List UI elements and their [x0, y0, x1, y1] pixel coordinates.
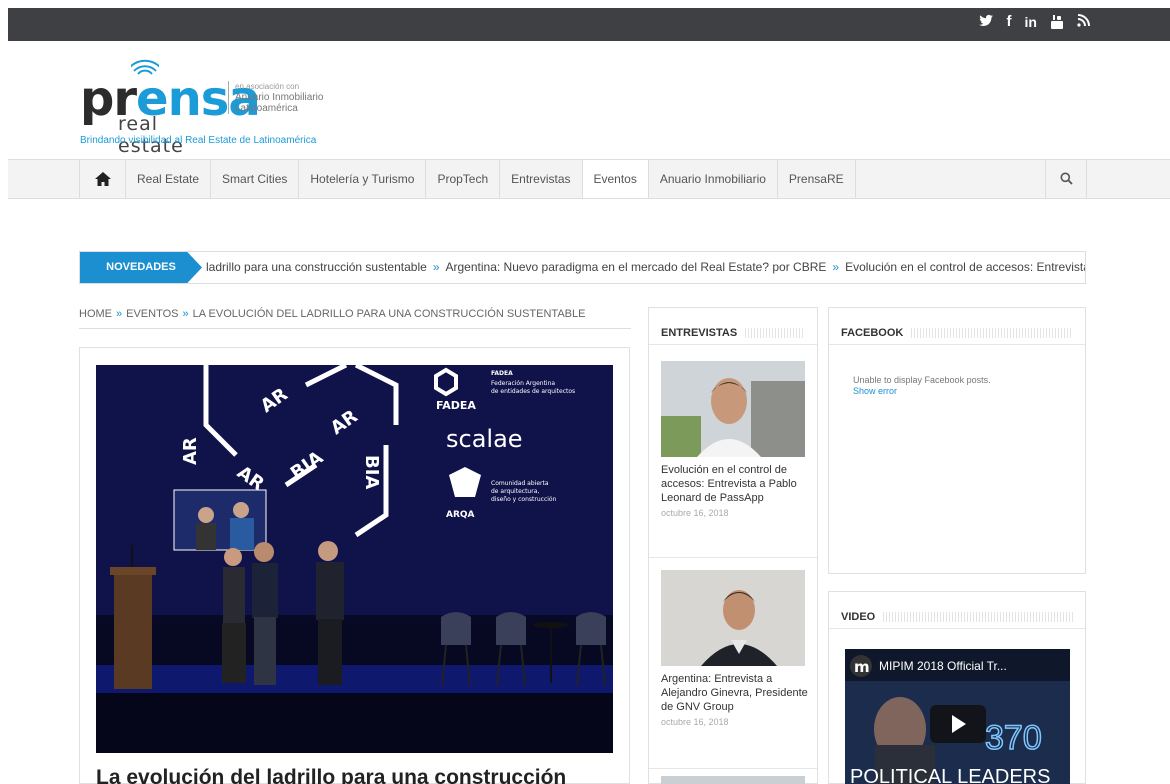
- breadcrumb-separator-icon: »: [182, 308, 189, 320]
- association-name: Anuario Inmobiliario Latinoamérica: [235, 92, 324, 114]
- breadcrumb-item: LA EVOLUCIÓN DEL LADRILLO PARA UNA CONST…: [192, 308, 586, 320]
- nav-item-anuario-inmobiliario[interactable]: Anuario Inmobiliario: [649, 160, 778, 198]
- video-title: MIPIM 2018 Official Tr...: [879, 659, 1007, 673]
- home-icon[interactable]: [79, 160, 126, 198]
- widget-header: ENTREVISTAS: [649, 308, 817, 345]
- svg-text:diseño y construcción: diseño y construcción: [491, 496, 557, 503]
- association-label: en asociación con: [235, 82, 300, 91]
- svg-text:de arquitectura,: de arquitectura,: [491, 488, 539, 495]
- ticker-item[interactable]: Evolución en el control de accesos: Entr…: [845, 260, 1085, 274]
- news-ticker: NOVEDADES ladrillo para una construcción…: [79, 251, 1086, 284]
- svg-text:FADEA: FADEA: [491, 370, 513, 377]
- post-thumbnail[interactable]: [661, 361, 805, 457]
- nav-item-smart-cities[interactable]: Smart Cities: [211, 160, 300, 198]
- nav-item-proptech[interactable]: PropTech: [426, 160, 501, 198]
- facebook-icon[interactable]: f: [1007, 14, 1012, 34]
- rss-icon[interactable]: [1077, 14, 1090, 34]
- show-error-link[interactable]: Show error: [853, 386, 991, 397]
- article-card: AR AR BIA AR BIA AR FADEA FADEA Federaci…: [79, 347, 630, 784]
- nav-item-real-estate[interactable]: Real Estate: [126, 160, 212, 198]
- search-icon[interactable]: [1045, 160, 1087, 198]
- post-thumbnail[interactable]: [661, 570, 805, 666]
- ticker-separator-icon: »: [432, 260, 440, 274]
- ticker-label: NOVEDADES: [80, 252, 202, 283]
- linkedin-icon[interactable]: in: [1025, 14, 1037, 34]
- ticker-item[interactable]: Argentina: Nuevo paradigma en el mercado…: [446, 260, 827, 274]
- widget-title: VIDEO: [841, 610, 876, 623]
- social-links: f in: [978, 14, 1090, 34]
- breadcrumb-separator-icon: »: [116, 308, 123, 320]
- article-title[interactable]: La evolución del ladrillo para una const…: [96, 766, 566, 784]
- post-title[interactable]: Argentina: Entrevista a Alejandro Ginevr…: [661, 672, 808, 714]
- post-thumbnail[interactable]: [661, 776, 805, 784]
- article-image: AR AR BIA AR BIA AR FADEA FADEA Federaci…: [96, 365, 613, 753]
- logo-association: en asociación con Anuario Inmobiliario L…: [228, 81, 348, 114]
- site-header: prensa real estate en asociación con Anu…: [8, 41, 1170, 159]
- youtube-icon[interactable]: [1050, 14, 1064, 34]
- video-overlay-caption: POLITICAL LEADERS: [850, 766, 1050, 784]
- nav-menu: Real Estate Smart Cities Hotelería y Turis…: [79, 160, 856, 198]
- list-item[interactable]: Argentina: Entrevista a Alejandro Ginevr…: [661, 570, 808, 727]
- ticker-separator-icon: »: [832, 260, 840, 274]
- svg-text:de entidades de arquitectos: de entidades de arquitectos: [491, 388, 575, 395]
- fadea-logo: FADEA: [436, 399, 476, 412]
- video-overlay-number: 370: [985, 719, 1042, 757]
- video-widget: VIDEO m MIPIM 2018 Official Tr... 370 PO…: [828, 591, 1086, 784]
- breadcrumb-item[interactable]: HOME: [79, 308, 112, 320]
- widget-header: FACEBOOK: [829, 308, 1085, 345]
- entrevistas-widget: ENTREVISTAS Evolución en el control de a…: [648, 307, 818, 784]
- svg-text:AR: AR: [180, 437, 201, 465]
- ticker-items: ladrillo para una construcción sustentab…: [206, 252, 1085, 283]
- svg-text:m: m: [854, 658, 870, 676]
- nav-item-entrevistas[interactable]: Entrevistas: [500, 160, 583, 198]
- scalae-logo: scalae: [446, 425, 523, 453]
- nav-item-hoteler-a-y-turismo[interactable]: Hotelería y Turismo: [299, 160, 427, 198]
- facebook-error-text: Unable to display Facebook posts.: [853, 375, 991, 385]
- post-date: octubre 16, 2018: [661, 508, 729, 518]
- facebook-message: Unable to display Facebook posts. Show e…: [853, 375, 991, 397]
- facebook-widget: FACEBOOK Unable to display Facebook post…: [828, 307, 1086, 574]
- main-nav: Real Estate Smart Cities Hotelería y Turis…: [8, 159, 1170, 199]
- nav-item-eventos[interactable]: Eventos: [582, 160, 649, 198]
- svg-text:Comunidad abierta: Comunidad abierta: [491, 480, 549, 487]
- svg-text:Federación Argentina: Federación Argentina: [491, 380, 555, 387]
- post-date: octubre 16, 2018: [661, 717, 729, 727]
- widget-title: ENTREVISTAS: [661, 326, 738, 339]
- twitter-icon[interactable]: [978, 14, 994, 34]
- logo-tagline: Brindando visibilidad al Real Estate de …: [80, 135, 317, 146]
- video-player[interactable]: m MIPIM 2018 Official Tr... 370 POLITICA…: [845, 649, 1070, 784]
- breadcrumb: HOME» EVENTOS» LA EVOLUCIÓN DEL LADRILLO P…: [79, 308, 631, 329]
- breadcrumb-item[interactable]: EVENTOS: [126, 308, 178, 320]
- svg-text:BIA: BIA: [361, 455, 382, 489]
- widget-title: FACEBOOK: [841, 326, 904, 339]
- nav-item-prensare[interactable]: PrensaRE: [778, 160, 856, 198]
- arqa-logo: ARQA: [446, 510, 475, 520]
- post-title[interactable]: Evolución en el control de accesos: Entr…: [661, 463, 808, 505]
- list-item[interactable]: Evolución en el control de accesos: Entr…: [661, 361, 808, 518]
- top-bar: f in: [8, 8, 1170, 41]
- widget-header: VIDEO: [829, 592, 1085, 629]
- ticker-item[interactable]: ladrillo para una construcción sustentab…: [206, 260, 427, 274]
